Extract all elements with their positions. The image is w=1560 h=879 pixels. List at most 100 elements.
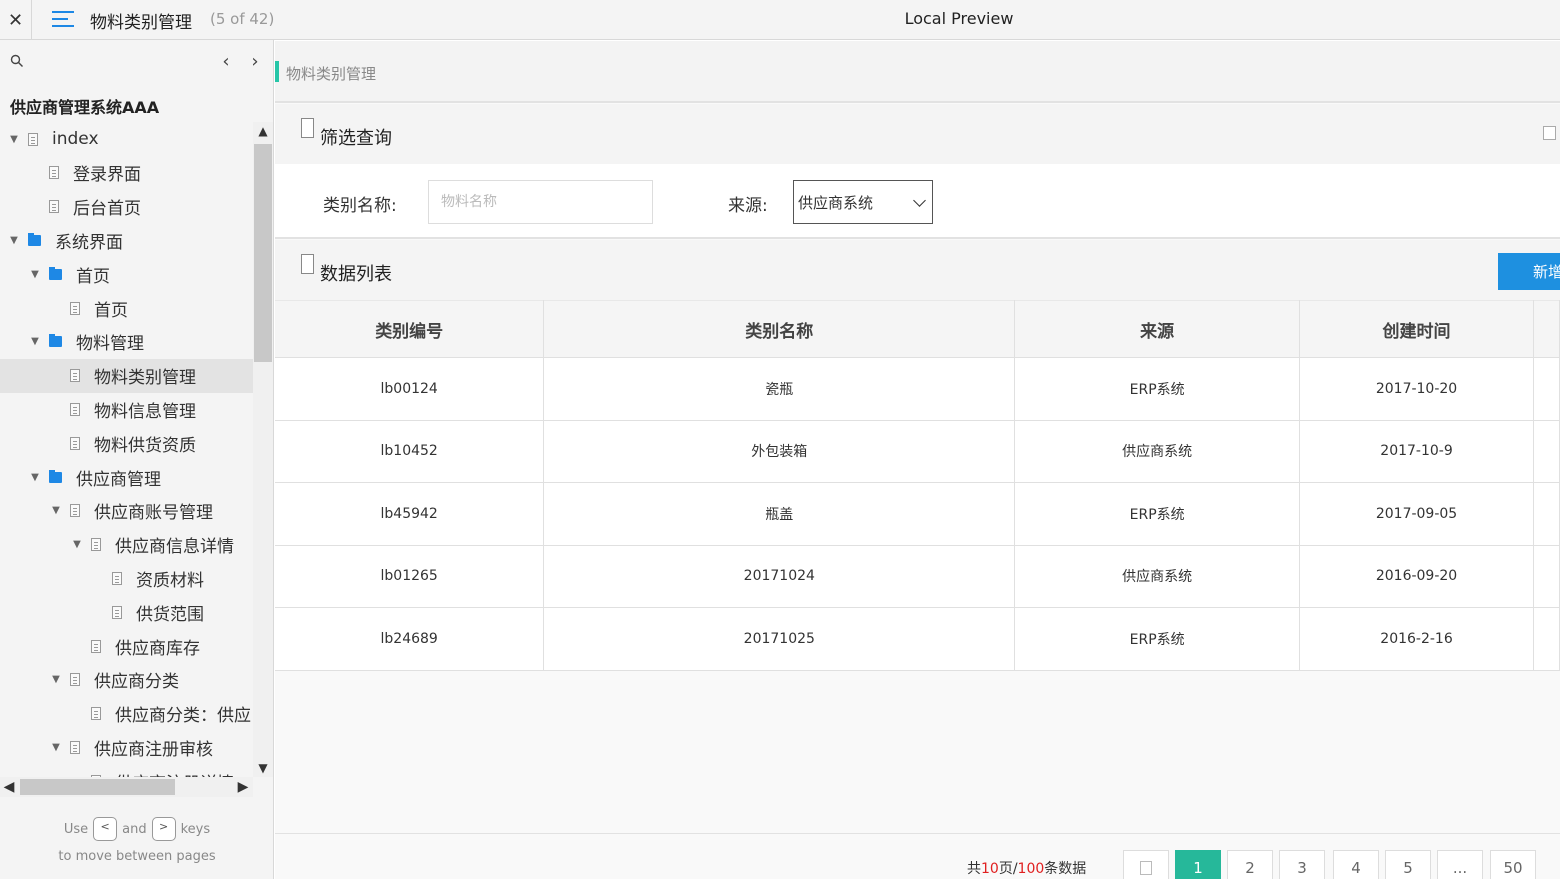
tree-item-label: 物料信息管理 xyxy=(94,401,196,422)
data-table: 类别编号 类别名称 来源 创建时间 lb00124 瓷瓶 ERP系统 2017-10-20 l… xyxy=(275,300,1560,671)
add-button[interactable]: 新增 xyxy=(1498,253,1560,290)
expand-toggle-icon[interactable]: ▼ xyxy=(8,134,20,145)
first-page-icon xyxy=(1140,861,1152,875)
tree-item[interactable]: ▼物料供货资质 xyxy=(0,426,253,460)
category-name-input[interactable] xyxy=(428,180,653,224)
hint-text: keys xyxy=(180,821,211,837)
table-row[interactable]: lb10452 外包装箱 供应商系统 2017-10-9 xyxy=(275,420,1560,483)
tree-item[interactable]: ▼ 物料管理 xyxy=(0,325,253,359)
tree-item[interactable]: ▼物料类别管理 xyxy=(0,358,253,393)
vertical-scrollbar[interactable]: ▲ ▼ xyxy=(253,122,273,777)
keyboard-hint-line2: to move between pages xyxy=(58,849,216,864)
breadcrumb-marker xyxy=(275,61,279,82)
table-row[interactable]: lb24689 20171025 ERP系统 2016-2-16 xyxy=(275,607,1560,671)
collapse-icon[interactable] xyxy=(1543,126,1556,140)
expand-toggle-icon[interactable]: ▼ xyxy=(8,235,20,246)
page-button[interactable]: 5 xyxy=(1385,850,1431,879)
filter-section-header: 筛选查询 xyxy=(275,104,1560,164)
tree-item[interactable]: ▼供应商库存 xyxy=(0,629,253,663)
tree-item[interactable]: ▼供应商注册详情 xyxy=(0,764,253,777)
page-button[interactable]: 2 xyxy=(1227,850,1273,879)
tree-item[interactable]: ▼ 供应商注册审核 xyxy=(0,730,253,764)
pagination-summary: 共10页/100条数据 xyxy=(967,858,1086,878)
tree-item-label: 供应商注册详情 xyxy=(115,769,234,777)
page-button[interactable]: 4 xyxy=(1333,850,1379,879)
horizontal-scrollbar[interactable]: ◀ ▶ xyxy=(0,777,253,797)
breadcrumb: 物料类别管理 xyxy=(275,41,1560,103)
chevron-down-icon xyxy=(913,194,926,207)
table-cell: 2017-09-05 xyxy=(1299,482,1534,546)
page-icon xyxy=(70,673,80,687)
tree-item-label: 供应商管理 xyxy=(76,469,161,490)
tree-item[interactable]: ▼ index xyxy=(0,122,253,156)
expand-toggle-icon[interactable]: ▼ xyxy=(29,269,41,280)
tree-item-label: 后台首页 xyxy=(73,199,141,220)
tree-item[interactable]: ▼ 系统界面 xyxy=(0,223,253,257)
next-page-button[interactable]: › xyxy=(245,50,265,72)
tree-item[interactable]: ▼ 供应商管理 xyxy=(0,460,253,494)
breadcrumb-text: 物料类别管理 xyxy=(286,65,377,83)
tree-item[interactable]: ▼后台首页 xyxy=(0,190,253,224)
tree-item-label: 供应商信息详情 xyxy=(115,537,234,558)
column-header-overflow xyxy=(1533,300,1560,358)
close-icon: ✕ xyxy=(7,9,24,31)
tree-item[interactable]: ▼物料信息管理 xyxy=(0,392,253,426)
close-button[interactable]: ✕ xyxy=(0,0,32,40)
form-icon xyxy=(301,118,314,138)
page-icon xyxy=(70,301,80,315)
table-row[interactable]: lb01265 20171024 供应商系统 2016-09-20 xyxy=(275,545,1560,608)
scroll-right-icon[interactable]: ▶ xyxy=(234,777,252,797)
list-section-header: 数据列表 xyxy=(275,240,1560,300)
tree-item-label: 物料供货资质 xyxy=(94,435,196,456)
first-page-button[interactable] xyxy=(1123,850,1169,879)
page-button[interactable]: ... xyxy=(1437,850,1483,879)
table-cell: ERP系统 xyxy=(1014,607,1301,671)
column-header: 类别名称 xyxy=(543,300,1016,358)
tree-item-label: 供应商账号管理 xyxy=(94,503,213,524)
tree-item[interactable]: ▼首页 xyxy=(0,291,253,325)
table-row[interactable]: lb45942 瓶盖 ERP系统 2017-09-05 xyxy=(275,482,1560,546)
tree-item-label: 供应商分类：供应 xyxy=(115,706,251,727)
column-header: 来源 xyxy=(1014,300,1301,358)
tree-item[interactable]: ▼ 供应商账号管理 xyxy=(0,494,253,528)
scroll-left-icon[interactable]: ◀ xyxy=(0,777,18,797)
tree-item-label: 首页 xyxy=(94,300,128,321)
table-cell: 瓶盖 xyxy=(543,482,1016,546)
page-icon xyxy=(91,639,101,653)
page-icon xyxy=(28,132,38,146)
source-select[interactable]: 供应商系统 xyxy=(793,180,933,224)
expand-toggle-icon[interactable]: ▼ xyxy=(71,539,83,550)
tree-item[interactable]: ▼供货范围 xyxy=(0,595,253,629)
page-icon xyxy=(70,436,80,450)
table-row[interactable]: lb00124 瓷瓶 ERP系统 2017-10-20 xyxy=(275,357,1560,421)
table-cell: ERP系统 xyxy=(1014,482,1301,546)
page-button[interactable]: 50 xyxy=(1490,850,1536,879)
tree-item[interactable]: ▼供应商分类：供应 xyxy=(0,697,253,731)
page-icon xyxy=(49,200,59,214)
scroll-up-icon[interactable]: ▲ xyxy=(253,122,273,140)
scroll-thumb-horizontal[interactable] xyxy=(20,779,175,795)
expand-toggle-icon[interactable]: ▼ xyxy=(50,674,62,685)
category-name-label: 类别名称: xyxy=(323,196,397,216)
menu-icon[interactable] xyxy=(52,9,74,29)
expand-toggle-icon[interactable]: ▼ xyxy=(29,336,41,347)
tree-item[interactable]: ▼ 供应商分类 xyxy=(0,663,253,697)
table-cell: 外包装箱 xyxy=(543,420,1016,483)
expand-toggle-icon[interactable]: ▼ xyxy=(29,472,41,483)
folder-icon xyxy=(49,469,62,483)
scroll-down-icon[interactable]: ▼ xyxy=(253,759,273,777)
search-icon[interactable] xyxy=(10,54,24,68)
tree-item[interactable]: ▼登录界面 xyxy=(0,156,253,190)
prev-page-button[interactable]: ‹ xyxy=(216,50,236,72)
scroll-thumb[interactable] xyxy=(254,144,272,362)
table-cell: 20171024 xyxy=(543,545,1016,608)
tree-item[interactable]: ▼首页 xyxy=(0,257,253,291)
page-button[interactable]: 1 xyxy=(1175,850,1221,879)
tree-item[interactable]: ▼ 供应商信息详情 xyxy=(0,528,253,562)
expand-toggle-icon[interactable]: ▼ xyxy=(50,742,62,753)
page-button[interactable]: 3 xyxy=(1279,850,1325,879)
right-key-icon: > xyxy=(151,817,176,841)
expand-toggle-icon[interactable]: ▼ xyxy=(50,505,62,516)
tree-item[interactable]: ▼资质材料 xyxy=(0,561,253,595)
page-icon xyxy=(112,605,122,619)
